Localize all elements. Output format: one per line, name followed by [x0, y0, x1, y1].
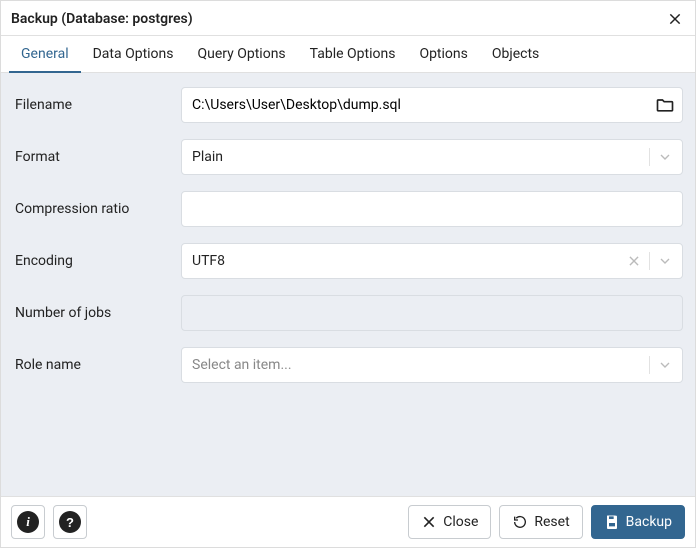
- filename-input[interactable]: [192, 88, 672, 122]
- jobs-input: [181, 295, 683, 331]
- backup-button[interactable]: Backup: [591, 505, 685, 539]
- tab-data-options[interactable]: Data Options: [81, 36, 186, 73]
- reset-button[interactable]: Reset: [499, 505, 582, 539]
- encoding-value: UTF8: [192, 253, 225, 269]
- info-icon: i: [17, 511, 39, 533]
- close-button[interactable]: Close: [408, 505, 491, 539]
- encoding-select[interactable]: UTF8: [181, 243, 683, 279]
- info-button[interactable]: i: [11, 505, 45, 539]
- reset-button-label: Reset: [534, 514, 569, 530]
- tab-objects[interactable]: Objects: [480, 36, 551, 73]
- filename-field: [181, 87, 683, 123]
- chevron-down-icon: [654, 146, 676, 168]
- tab-general[interactable]: General: [9, 36, 81, 73]
- tab-bar: General Data Options Query Options Table…: [1, 35, 695, 73]
- chevron-down-icon: [654, 250, 676, 272]
- close-icon[interactable]: [665, 9, 685, 29]
- compression-input[interactable]: [192, 192, 672, 226]
- folder-icon[interactable]: [654, 94, 676, 116]
- dialog-title: Backup (Database: postgres): [11, 11, 193, 27]
- format-select[interactable]: Plain: [181, 139, 683, 175]
- format-label: Format: [13, 149, 181, 165]
- compression-label: Compression ratio: [13, 201, 181, 217]
- close-icon: [421, 514, 437, 530]
- role-placeholder: Select an item...: [192, 357, 292, 373]
- reset-icon: [512, 514, 528, 530]
- clear-icon[interactable]: [623, 250, 645, 272]
- tab-options[interactable]: Options: [407, 36, 479, 73]
- encoding-label: Encoding: [13, 253, 181, 269]
- question-icon: ?: [59, 511, 81, 533]
- close-button-label: Close: [443, 514, 478, 530]
- role-select[interactable]: Select an item...: [181, 347, 683, 383]
- filename-label: Filename: [13, 97, 181, 113]
- tab-table-options[interactable]: Table Options: [298, 36, 408, 73]
- jobs-label: Number of jobs: [13, 305, 181, 321]
- help-button[interactable]: ?: [53, 505, 87, 539]
- save-icon: [604, 514, 620, 530]
- format-value: Plain: [192, 149, 223, 165]
- compression-field: [181, 191, 683, 227]
- backup-button-label: Backup: [626, 514, 672, 530]
- role-label: Role name: [13, 357, 181, 373]
- chevron-down-icon: [654, 354, 676, 376]
- tab-query-options[interactable]: Query Options: [186, 36, 298, 73]
